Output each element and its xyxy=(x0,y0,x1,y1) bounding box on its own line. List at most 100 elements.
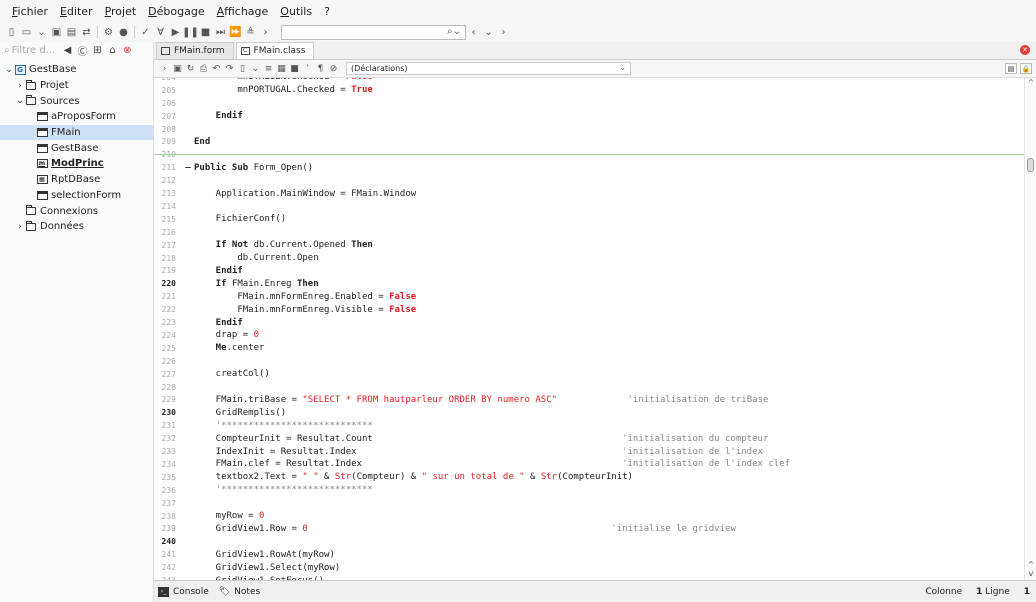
code-token: True xyxy=(351,85,373,96)
line-number: 239 xyxy=(161,524,176,534)
close-icon[interactable]: ⊗ xyxy=(120,43,135,57)
tree-item[interactable]: GestBase xyxy=(0,140,153,156)
mark-icon[interactable]: ʼ xyxy=(301,61,314,76)
line-number: 204 xyxy=(154,78,182,82)
split-view-icon[interactable]: ▤ xyxy=(1005,63,1017,74)
format-icon[interactable]: ¶ xyxy=(314,61,327,76)
menu-item[interactable]: ? xyxy=(318,5,336,18)
code-line: 207 Endif xyxy=(154,110,1024,123)
code-editor[interactable]: 204 mnITALIEN.Checked = False 205 mnPORTU… xyxy=(154,78,1024,580)
line-number: 226 xyxy=(161,356,176,366)
tree-item[interactable]: ⌄ G GestBase xyxy=(0,62,153,78)
next-result-icon[interactable]: ⌄ xyxy=(481,25,496,40)
line-number: 237 xyxy=(161,498,176,508)
code-token: End xyxy=(194,136,211,147)
scroll-down-icon[interactable]: ^ v xyxy=(1025,560,1036,580)
menu-item[interactable]: Projet xyxy=(99,5,143,18)
print-icon[interactable]: ⎙ xyxy=(197,61,210,76)
line-number: 230 xyxy=(161,408,176,418)
save-icon[interactable]: ▣ xyxy=(171,61,184,76)
tree-item[interactable]: ▦ RptDBase xyxy=(0,172,153,188)
forward-icon[interactable]: › xyxy=(496,25,511,40)
procedure-separator xyxy=(154,154,1024,156)
chevron-right-icon[interactable]: › xyxy=(15,222,25,232)
save-all-icon[interactable]: ▤ xyxy=(64,25,79,40)
close-tab-icon[interactable]: ✕ xyxy=(1020,45,1030,55)
folder-icon xyxy=(25,95,37,106)
declarations-select[interactable]: (Déclarations) ⌄ xyxy=(346,62,631,75)
tree-item[interactable]: Connexions xyxy=(0,203,153,219)
table-icon[interactable]: ▦ xyxy=(275,61,288,76)
run-to-icon[interactable]: › xyxy=(258,25,273,40)
editor-tab[interactable]: C FMain.class xyxy=(235,42,315,59)
arrow-right-icon[interactable]: › xyxy=(158,61,171,76)
properties-icon[interactable]: ⇄ xyxy=(79,25,94,40)
menu-item[interactable]: Editer xyxy=(54,5,99,18)
tab-label: FMain.form xyxy=(174,46,225,56)
lock-icon[interactable]: 🔒 xyxy=(1020,63,1032,74)
redo-icon[interactable]: ↷ xyxy=(223,61,236,76)
home-icon[interactable]: ⌂ xyxy=(105,43,120,57)
back-icon[interactable]: ◀ xyxy=(60,43,75,57)
tree-item[interactable]: selectionForm xyxy=(0,188,153,204)
tree-item[interactable]: › Données xyxy=(0,219,153,235)
code-line: 238 myRow = 0 xyxy=(154,510,1024,523)
new-project-icon[interactable]: ▯ xyxy=(4,25,19,40)
pause-icon[interactable]: ❚❚ xyxy=(182,25,199,40)
tree-item[interactable]: aProposForm xyxy=(0,109,153,125)
forbidden-icon[interactable]: ⊘ xyxy=(327,61,340,76)
step-over-icon[interactable]: ⏩ xyxy=(228,25,243,40)
reload-icon[interactable]: ↻ xyxy=(184,61,197,76)
tree-item[interactable]: m ModPrinc xyxy=(0,156,153,172)
build-icon[interactable]: ∀ xyxy=(153,25,168,40)
toolbar-separator xyxy=(134,26,135,38)
chevron-down-icon[interactable]: ⌄ xyxy=(4,65,14,75)
code-token: db.Current.Opened xyxy=(253,240,352,251)
editor-tab[interactable]: FMain.form xyxy=(156,42,234,59)
project-filter-input[interactable]: ⌕ Filtre d... xyxy=(4,43,60,57)
code-line: 227 creatCol() xyxy=(154,368,1024,381)
scroll-up-icon[interactable]: ^ xyxy=(1025,78,1036,88)
dropdown-icon[interactable]: ⌄ xyxy=(34,25,49,40)
search-input[interactable]: ⌕⌄ xyxy=(281,24,466,40)
chevron-right-icon[interactable]: › xyxy=(15,81,25,91)
save-icon[interactable]: ▣ xyxy=(49,25,64,40)
scroll-thumb[interactable] xyxy=(1027,158,1034,172)
notes-tab[interactable]: 🏷 Notes xyxy=(219,587,260,597)
menu-item[interactable]: Fichier xyxy=(6,5,54,18)
chevron-down-icon[interactable]: ⌄ xyxy=(15,96,25,106)
fold-icon[interactable]: — xyxy=(182,163,194,173)
editor-toolbar: › ▣ ↻ ⎙ ↶ ↷ ▯ ⌄ ≡ ▦ ■ ʼ ¶ ⊘ (Déclaration… xyxy=(154,60,1036,78)
class-icon[interactable]: Ⓒ xyxy=(75,43,90,58)
vertical-scrollbar[interactable]: ^ ^ v xyxy=(1024,78,1036,580)
tree-item[interactable]: FMain xyxy=(0,124,153,141)
check-icon[interactable]: ✓ xyxy=(138,25,153,40)
console-icon: ›_ xyxy=(158,586,169,597)
menu-item[interactable]: Débogage xyxy=(142,5,210,18)
step-icon[interactable]: ⏭ xyxy=(213,25,228,40)
indent-icon[interactable]: ≡ xyxy=(262,61,275,76)
tree-item[interactable]: › Projet xyxy=(0,78,153,94)
open-project-icon[interactable]: ▭ xyxy=(19,25,34,40)
debug-icon[interactable]: ● xyxy=(116,25,131,40)
tree-item[interactable]: ⌄ Sources xyxy=(0,93,153,109)
menu-item[interactable]: Outils xyxy=(274,5,318,18)
run-icon[interactable]: ▶ xyxy=(168,25,183,40)
undo-icon[interactable]: ↶ xyxy=(210,61,223,76)
compile-icon[interactable]: ⚙ xyxy=(101,25,116,40)
menu-item[interactable]: Affichage xyxy=(211,5,275,18)
main-toolbar: ▯ ▭ ⌄ ▣ ▤ ⇄ ⚙ ● ✓ ∀ ▶ ❚❚ ■ ⏭ ⏩ ≜ › ⌕⌄ ‹ … xyxy=(0,22,1036,42)
color-icon[interactable]: ■ xyxy=(288,61,301,76)
line-number: 211 xyxy=(161,163,176,173)
step-out-icon[interactable]: ≜ xyxy=(243,25,258,40)
dropdown-icon[interactable]: ⌄ xyxy=(249,61,262,76)
tree-icon[interactable]: ⊞ xyxy=(90,43,105,57)
code-token: Form_Open() xyxy=(253,162,314,173)
stop-icon[interactable]: ■ xyxy=(198,25,213,40)
code-line: 228 xyxy=(154,381,1024,394)
previous-result-icon[interactable]: ‹ xyxy=(466,25,481,40)
code-token: Str xyxy=(540,472,558,483)
clipboard-icon[interactable]: ▯ xyxy=(236,61,249,76)
console-tab[interactable]: ›_ Console xyxy=(158,586,209,597)
